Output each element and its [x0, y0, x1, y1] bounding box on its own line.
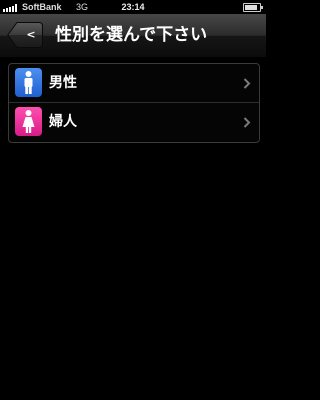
status-bar: SoftBank 3G 23:14	[0, 0, 266, 14]
back-button-label: <	[26, 28, 36, 41]
list-item-male[interactable]: 男性	[9, 64, 259, 103]
battery-level	[245, 5, 257, 10]
female-icon	[15, 107, 42, 136]
chevron-right-icon	[243, 117, 251, 128]
battery-icon	[243, 3, 263, 12]
back-button[interactable]: <	[7, 22, 43, 48]
gender-options-list: 男性 婦人	[8, 63, 260, 143]
page-title: 性別を選んで下さい	[55, 25, 208, 45]
chevron-right-icon	[243, 78, 251, 89]
navigation-bar: < 性別を選んで下さい	[0, 14, 266, 58]
male-icon	[15, 68, 42, 97]
list-item-label: 男性	[49, 75, 77, 91]
list-item-label: 婦人	[49, 114, 77, 130]
list-item-female[interactable]: 婦人	[9, 103, 259, 141]
status-time: 23:14	[121, 2, 145, 12]
